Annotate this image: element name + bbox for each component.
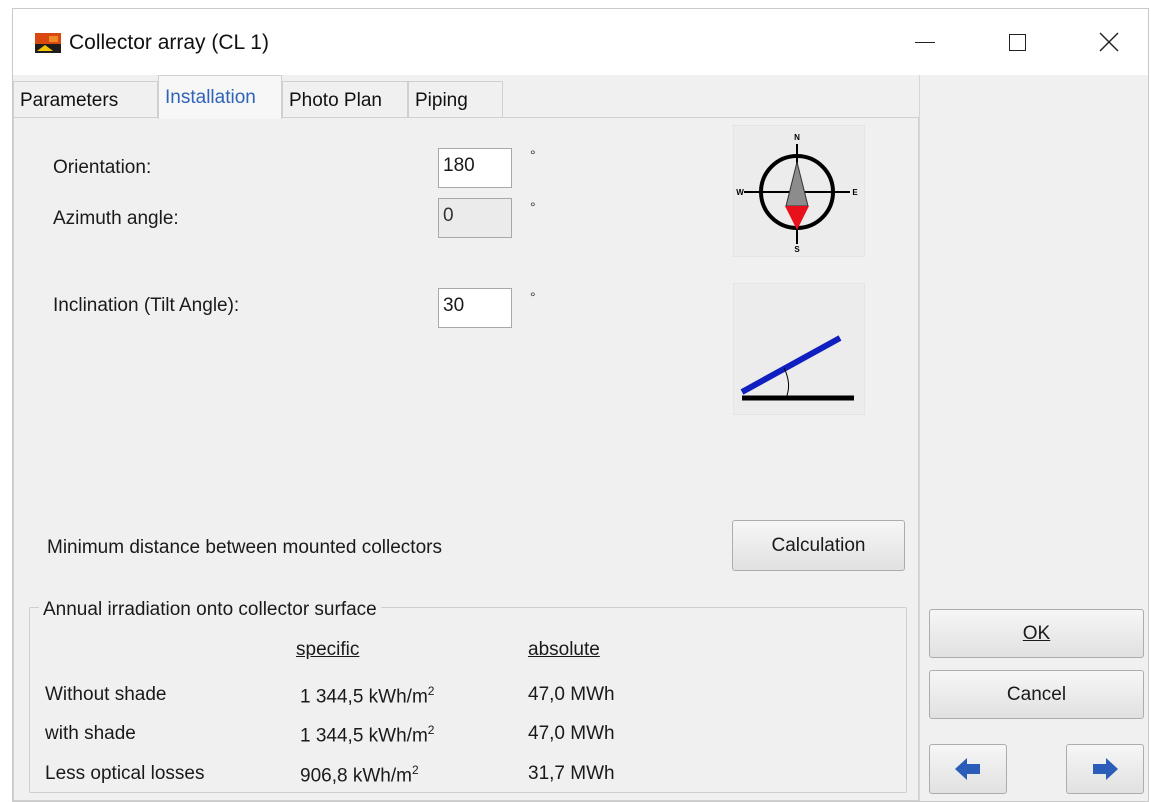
tilt-angle-picture: [733, 283, 865, 415]
tab-parameters[interactable]: Parameters: [13, 81, 158, 119]
inclination-input[interactable]: 30: [438, 288, 512, 328]
tab-label: Photo Plan: [289, 90, 382, 111]
value-specific-less-optical-losses: 906,8 kWh/m2: [300, 763, 419, 787]
row-label-with-shade: with shade: [45, 723, 136, 744]
column-header-specific: specific: [296, 639, 360, 660]
specific-value: 906,8 kWh/m: [300, 765, 412, 787]
maximize-button[interactable]: [971, 9, 1063, 75]
unit-superscript: 2: [427, 684, 435, 698]
specific-value: 1 344,5 kWh/m: [300, 686, 428, 708]
window-title: Collector array (CL 1): [69, 31, 269, 54]
orientation-input[interactable]: 180: [438, 148, 512, 188]
min-distance-label: Minimum distance between mounted collect…: [47, 537, 442, 558]
close-icon: [1099, 32, 1119, 52]
collector-array-dialog: Collector array (CL 1) Parameters Instal…: [12, 8, 1149, 802]
close-button[interactable]: [1063, 9, 1151, 75]
forward-button[interactable]: [1066, 744, 1144, 794]
row-label-less-optical-losses: Less optical losses: [45, 763, 205, 784]
compass-picture: N S E W: [733, 125, 865, 257]
compass-west: W: [736, 188, 744, 197]
tab-label: Parameters: [20, 90, 119, 111]
compass-south: S: [794, 245, 800, 254]
tab-piping[interactable]: Piping: [408, 81, 503, 119]
title-bar: Collector array (CL 1): [13, 9, 1148, 75]
compass-icon: N S E W: [736, 133, 858, 254]
azimuth-label: Azimuth angle:: [53, 208, 179, 229]
back-button[interactable]: [929, 744, 1007, 794]
tab-label: Installation: [165, 87, 256, 108]
tilt-angle-icon: [740, 335, 854, 401]
tab-installation[interactable]: Installation: [158, 75, 282, 119]
specific-value: 1 344,5 kWh/m: [300, 725, 428, 747]
row-label-without-shade: Without shade: [45, 684, 167, 705]
minimize-icon: [915, 41, 935, 43]
value-absolute-without-shade: 47,0 MWh: [528, 684, 615, 705]
app-logo-icon: [35, 33, 61, 53]
inclination-label: Inclination (Tilt Angle):: [53, 295, 240, 316]
azimuth-input[interactable]: 0: [438, 198, 512, 238]
value-absolute-with-shade: 47,0 MWh: [528, 723, 615, 744]
tab-label: Piping: [415, 90, 468, 111]
orientation-degree-unit: °: [530, 147, 536, 163]
calculation-button[interactable]: Calculation: [732, 520, 905, 571]
cancel-button[interactable]: Cancel: [929, 670, 1144, 719]
panel-divider: [919, 75, 920, 801]
irradiation-group-title: Annual irradiation onto collector surfac…: [39, 599, 381, 621]
ok-label: OK: [1022, 622, 1051, 644]
unit-superscript: 2: [427, 723, 435, 737]
value-specific-with-shade: 1 344,5 kWh/m2: [300, 723, 434, 747]
inclination-degree-unit: °: [530, 289, 536, 305]
unit-superscript: 2: [411, 763, 419, 777]
value-specific-without-shade: 1 344,5 kWh/m2: [300, 684, 434, 708]
tab-photo-plan[interactable]: Photo Plan: [282, 81, 408, 119]
compass-east: E: [852, 188, 858, 197]
arrow-right-icon: [1093, 758, 1118, 780]
ok-button[interactable]: OK: [929, 609, 1144, 658]
azimuth-degree-unit: °: [530, 199, 536, 215]
tab-strip: Parameters Installation Photo Plan Pipin…: [13, 75, 919, 119]
arrow-left-icon: [955, 758, 980, 780]
value-absolute-less-optical-losses: 31,7 MWh: [528, 763, 615, 784]
maximize-icon: [1008, 33, 1026, 51]
column-header-absolute: absolute: [528, 639, 600, 660]
minimize-button[interactable]: [879, 9, 971, 75]
compass-north: N: [794, 133, 800, 142]
orientation-label: Orientation:: [53, 157, 152, 178]
